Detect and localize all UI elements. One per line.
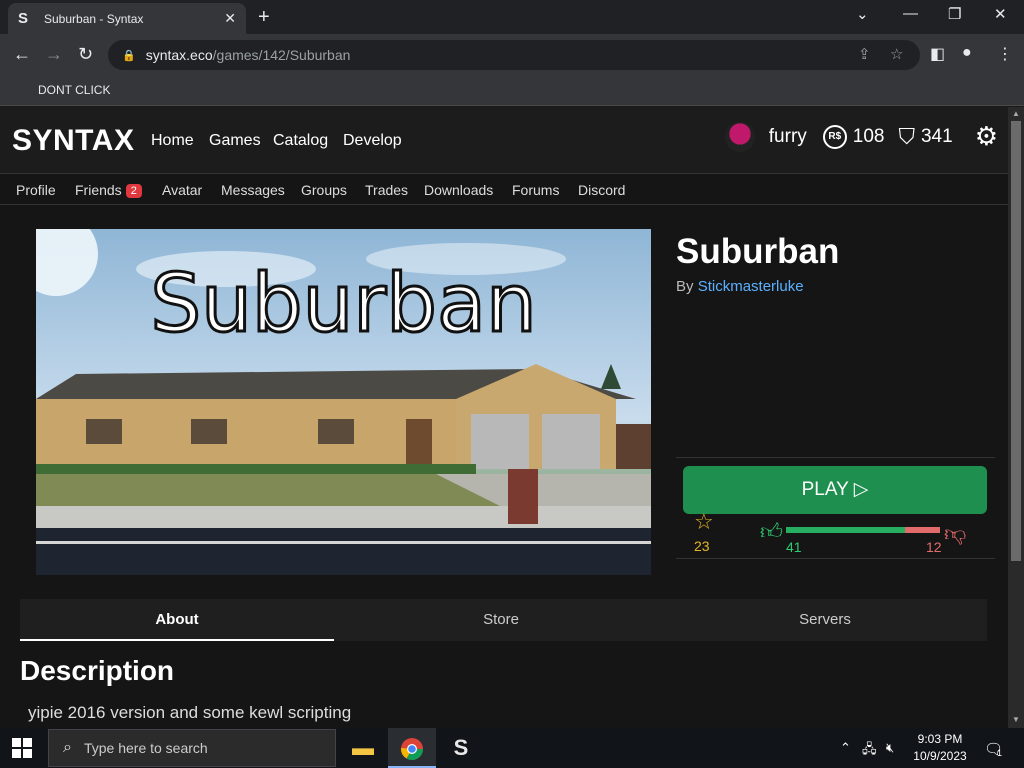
nav-games[interactable]: Games xyxy=(209,132,261,150)
nav-catalog[interactable]: Catalog xyxy=(273,132,328,150)
site-favicon-icon: S xyxy=(18,10,29,27)
tab-about[interactable]: About xyxy=(20,599,334,641)
windows-start-icon[interactable] xyxy=(12,738,32,758)
gear-icon[interactable]: ⚙ xyxy=(975,121,998,152)
game-title: Suburban xyxy=(676,232,840,271)
minimize-button[interactable]: — xyxy=(903,5,918,22)
url-path: /games/142/Suburban xyxy=(212,47,351,63)
windows-taskbar: ⌕ Type here to search ▬ S ⌃ 🖧︎ 🔇︎ 9:03 P… xyxy=(0,728,1024,768)
subnav-profile[interactable]: Profile xyxy=(16,182,56,198)
scroll-down-icon[interactable]: ▼ xyxy=(1012,715,1020,724)
game-tabs: About Store Servers xyxy=(20,599,987,641)
volume-muted-icon[interactable]: 🔇︎ xyxy=(886,740,894,756)
file-explorer-icon[interactable]: ▬ xyxy=(339,728,387,768)
tab-title: Suburban - Syntax xyxy=(44,11,144,26)
subnav-forums[interactable]: Forums xyxy=(512,182,559,198)
tab-servers[interactable]: Servers xyxy=(668,599,982,641)
close-window-button[interactable]: ✕ xyxy=(994,5,1007,23)
user-area: furry R$ 108 ⛉ 341 ⚙ xyxy=(724,121,998,152)
subnav-downloads[interactable]: Downloads xyxy=(424,182,493,198)
divider xyxy=(676,558,995,559)
tab-store[interactable]: Store xyxy=(344,599,658,641)
vote-ratio-bar xyxy=(786,527,940,533)
thumbnail-title-text: Suburban xyxy=(149,256,538,352)
page-content: SYNTAX Home Games Catalog Develop furry … xyxy=(0,107,1008,728)
vote-ratio-fill xyxy=(786,527,905,533)
creator-line: By Stickmasterluke xyxy=(676,278,804,295)
taskbar-search[interactable]: ⌕ Type here to search xyxy=(48,729,336,767)
browser-toolbar: ← → ↻ 🔒 syntax.eco/games/142/Suburban ⇪ … xyxy=(0,34,1024,76)
game-thumbnail: Suburban xyxy=(36,229,651,575)
bookmark-dont-click[interactable]: DONT CLICK xyxy=(38,83,110,97)
profile-icon[interactable]: ● xyxy=(962,44,972,62)
browser-titlebar: S Suburban - Syntax ✕ + ⌄ — ❐ ✕ xyxy=(0,0,1024,34)
chrome-logo xyxy=(401,738,423,761)
new-tab-button[interactable]: + xyxy=(258,6,270,29)
site-logo[interactable]: SYNTAX xyxy=(12,124,134,158)
sub-nav: Profile Friends 2 Avatar Messages Groups … xyxy=(0,173,1008,205)
restore-button[interactable]: ❐ xyxy=(948,5,961,23)
page-scrollbar[interactable]: ▲ ▼ xyxy=(1008,107,1024,728)
taskbar-clock[interactable]: 9:03 PM 10/9/2023 xyxy=(908,731,972,765)
subnav-groups[interactable]: Groups xyxy=(301,182,347,198)
username[interactable]: furry xyxy=(769,126,807,148)
back-button[interactable]: ← xyxy=(13,44,31,65)
nav-home[interactable]: Home xyxy=(151,132,194,150)
browser-tab[interactable]: S Suburban - Syntax ✕ xyxy=(8,3,246,34)
share-icon[interactable]: ⇪ xyxy=(858,45,871,63)
ticket-balance[interactable]: 341 xyxy=(921,126,953,148)
syntax-app-icon[interactable]: S xyxy=(437,728,485,768)
side-panel-icon[interactable]: ◧ xyxy=(930,44,945,64)
url-domain: syntax.eco xyxy=(145,47,213,63)
scroll-up-icon[interactable]: ▲ xyxy=(1012,109,1020,118)
address-bar[interactable]: 🔒 syntax.eco/games/142/Suburban ⇪ ☆ xyxy=(108,40,920,70)
scroll-thumb[interactable] xyxy=(1011,121,1021,561)
bookmark-star-icon[interactable]: ☆ xyxy=(890,45,903,63)
notification-count: 1 xyxy=(997,748,1003,758)
tab-search-icon[interactable]: ⌄ xyxy=(856,5,869,23)
robux-icon: R$ xyxy=(822,124,847,149)
by-label: By xyxy=(676,278,694,295)
ticket-icon: ⛉ xyxy=(898,123,915,149)
play-button[interactable]: PLAY ▷ xyxy=(683,466,987,514)
network-icon[interactable]: 🖧︎ xyxy=(862,740,877,762)
subnav-avatar[interactable]: Avatar xyxy=(162,182,202,198)
subnav-messages[interactable]: Messages xyxy=(221,182,285,198)
close-tab-icon[interactable]: ✕ xyxy=(224,10,236,27)
dislike-count: 12 xyxy=(926,539,942,555)
divider xyxy=(676,457,995,458)
site-header: SYNTAX Home Games Catalog Develop furry … xyxy=(0,107,1008,173)
thumbs-down-icon[interactable]: 👎︎ xyxy=(944,520,966,547)
subnav-discord[interactable]: Discord xyxy=(578,182,625,198)
subnav-trades[interactable]: Trades xyxy=(365,182,408,198)
forward-button[interactable]: → xyxy=(45,44,63,65)
clock-time: 9:03 PM xyxy=(917,732,963,746)
lock-icon: 🔒 xyxy=(122,49,136,62)
favorite-star-icon[interactable]: ☆ xyxy=(694,509,714,535)
search-icon: ⌕ xyxy=(63,739,72,756)
taskbar-search-placeholder: Type here to search xyxy=(83,740,208,756)
chrome-icon[interactable] xyxy=(388,728,436,768)
robux-balance[interactable]: 108 xyxy=(853,126,885,148)
menu-icon[interactable]: ⋮ xyxy=(997,44,1013,64)
friends-count-badge: 2 xyxy=(125,184,142,198)
description-text: yipie 2016 version and some kewl scripti… xyxy=(28,703,352,722)
bookmarks-bar: DONT CLICK xyxy=(0,76,1024,106)
nav-develop[interactable]: Develop xyxy=(343,132,402,150)
like-count: 41 xyxy=(786,539,802,555)
favorite-count: 23 xyxy=(694,538,710,554)
description-heading: Description xyxy=(20,655,175,686)
subnav-friends[interactable]: Friends 2 xyxy=(75,182,142,198)
reload-button[interactable]: ↻ xyxy=(78,44,93,65)
clock-date: 10/9/2023 xyxy=(913,749,967,763)
thumbs-up-icon[interactable]: 👍︎ xyxy=(760,518,783,545)
subnav-friends-label: Friends xyxy=(75,182,122,198)
avatar[interactable] xyxy=(724,121,755,152)
show-hidden-icons-icon[interactable]: ⌃ xyxy=(840,740,851,756)
creator-link[interactable]: Stickmasterluke xyxy=(698,278,804,295)
